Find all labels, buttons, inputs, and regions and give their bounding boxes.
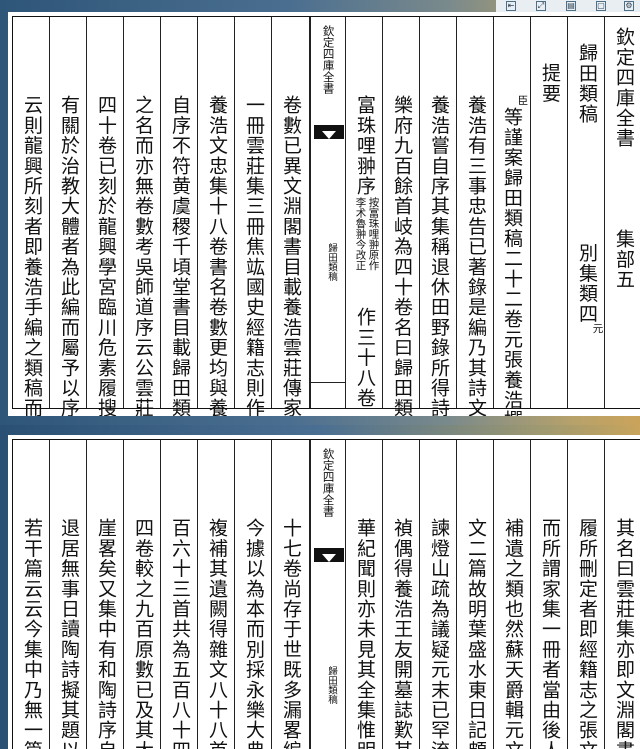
text-column-content: 卷數已異文淵閣書目載養浩雲莊傳家集 — [280, 95, 302, 416]
chen-mark: 臣 — [516, 95, 529, 106]
text-column: 而所謂家集一冊者當由後人掇 — [531, 440, 568, 749]
fish-tail-mark — [314, 125, 344, 139]
text-column-content: 之名而亦無卷數考吳師道序云公雲莊集 — [132, 95, 154, 416]
text-column-content: 其名曰雲莊集亦即文淵閣書目 — [613, 518, 635, 749]
text-column: 崖畧矣又集中有和陶詩序自謂 — [87, 440, 124, 749]
small-note-left: 李术魯翀今改正 — [354, 197, 367, 271]
gutter-book-name: 歸田類稿 — [326, 666, 337, 704]
text-column: 十七卷尚存于世既多漏畧編次 — [272, 440, 310, 749]
header-column: 欽定四庫全書 集部五 — [605, 17, 640, 408]
dynasty-mark: 元 — [591, 323, 604, 334]
text-column-content: 一冊雲莊集三冊焦竑國史經籍志則作張 — [243, 95, 265, 416]
text-column-content: 云則龍興所刻者即養浩手編之類稿而改 — [21, 95, 43, 416]
fish-tail-mark — [314, 548, 344, 562]
text-column: 養浩嘗自序其集稱退休田野錄所得詩文 — [420, 17, 457, 416]
text-column-content: 等謹案歸田類稿二十二卷元張養浩撰 — [501, 107, 523, 416]
text-column: 百六十三首共為五百八十四首 — [161, 440, 198, 749]
text-column: 四十卷已刻於龍興學宮臨川危素履搜其 — [87, 17, 124, 416]
page-frame-2: 若干篇云云今集中乃無一篇殆 退居無事日讀陶詩擬其題以爲 崖畧矣又集中有和陶詩序自… — [12, 439, 640, 749]
gutter-title: 欽定四庫全書 — [321, 25, 336, 94]
text-column-content: 四十卷已刻於龍興學宮臨川危素履搜其 — [95, 95, 117, 416]
gutter-line — [311, 382, 345, 383]
expand-icon[interactable]: ⤢ — [536, 1, 546, 11]
text-column: 之名而亦無卷數考吳師道序云公雲莊集 — [124, 17, 161, 416]
text-column-tail: 作三十八卷 — [354, 307, 376, 408]
text-column: 禎偶得養浩王友開墓誌歎其首 — [383, 440, 420, 749]
tiyao-column: 提要 — [531, 17, 568, 408]
page-gutter: 欽定四庫全書 歸田類稿 — [310, 440, 346, 749]
text-column: 履所刪定者即經籍志之張文忠 — [568, 440, 605, 749]
text-column-content: 複補其遺闕得雜文八十八首詩 — [206, 518, 228, 749]
print-icon[interactable]: ▤ — [566, 1, 576, 11]
text-column: 若干篇云云今集中乃無一篇殆 — [13, 440, 50, 749]
text-column-content: 退居無事日讀陶詩擬其題以爲 — [58, 518, 80, 749]
text-column-content: 百六十三首共為五百八十四首 — [169, 518, 191, 749]
page-frame-1: 云則龍興所刻者即養浩手編之類稿而改 有關於治教大體者為此編而屬予以序云 四十卷已… — [12, 16, 640, 416]
gutter-book-name: 歸田類稿 — [326, 243, 337, 281]
text-column: 富珠哩翀序 按富珠哩翀原作 李术魯翀今改正 作三十八卷 — [346, 17, 383, 408]
text-column: 養浩有三事忠告已著錄是編乃其詩文也 — [457, 17, 494, 416]
text-column: 卷數已異文淵閣書目載養浩雲莊傳家集 — [272, 17, 310, 416]
text-column: 自序不符黄虞稷千頃堂書目載歸田類稿 — [161, 17, 198, 416]
book-title: 歸田類稿 — [576, 43, 598, 124]
text-column: 補遺之類也然蘇天爵輯元文類 — [494, 440, 531, 749]
settings-icon[interactable]: ⚙ — [624, 1, 634, 11]
text-column: 文二篇故明葉盛水東日記頗以 — [457, 440, 494, 749]
text-column-content: 華紀聞則亦未見其全集惟明季 — [354, 518, 376, 749]
text-column: 複補其遺闕得雜文八十八首詩 — [198, 440, 235, 749]
text-column-content: 今據以為本而別採永樂大典所 — [243, 518, 265, 749]
tiyao-heading: 提要 — [539, 63, 561, 104]
text-column-content: 禎偶得養浩王友開墓誌歎其首 — [391, 518, 413, 749]
text-column-content: 崖畧矣又集中有和陶詩序自謂 — [95, 518, 117, 749]
first-page-icon[interactable]: ⇤ — [506, 1, 516, 11]
text-column: 樂府九百餘首岐為四十卷名曰歸田類稿 — [383, 17, 420, 416]
book-title-column: 歸田類稿 別集類四 元 — [568, 17, 605, 408]
text-column: 四卷較之九百原數已及其大半 — [124, 440, 161, 749]
text-column-content: 而所謂家集一冊者當由後人掇 — [539, 518, 561, 749]
text-column: 其名曰雲莊集亦即文淵閣書目 — [605, 440, 640, 749]
page-scan-2: 若干篇云云今集中乃無一篇殆 退居無事日讀陶詩擬其題以爲 崖畧矣又集中有和陶詩序自… — [8, 435, 640, 749]
page-scan-1: 云則龍興所刻者即養浩手編之類稿而改 有關於治教大體者為此編而屬予以序云 四十卷已… — [8, 12, 640, 416]
text-column-content: 樂府九百餘首岐為四十卷名曰歸田類稿 — [391, 95, 413, 416]
text-column-content: 補遺之類也然蘇天爵輯元文類 — [502, 518, 524, 749]
text-column-content: 四卷較之九百原數已及其大半 — [132, 518, 154, 749]
text-column: 云則龍興所刻者即養浩手編之類稿而改 — [13, 17, 50, 416]
header-title: 欽定四庫全書 — [613, 27, 635, 149]
text-column-content: 養浩嘗自序其集稱退休田野錄所得詩文 — [428, 95, 450, 416]
text-column-content: 十七卷尚存于世既多漏畧編次 — [280, 518, 302, 749]
text-column-content: 養浩文忠集十八卷書名卷數更均與養浩 — [206, 95, 228, 416]
text-column: 諫燈山疏為議疑元末已罕流播 — [420, 440, 457, 749]
text-column-content: 若干篇云云今集中乃無一篇殆 — [21, 518, 43, 749]
text-column-content: 養浩有三事忠告已著錄是編乃其詩文也 — [465, 95, 487, 416]
book-category: 別集類四 — [576, 243, 598, 324]
text-column-content: 文二篇故明葉盛水東日記頗以 — [465, 518, 487, 749]
text-column: 今據以為本而別採永樂大典所 — [235, 440, 272, 749]
text-column-content: 諫燈山疏為議疑元末已罕流播 — [428, 518, 450, 749]
copy-icon[interactable]: ▢ — [596, 1, 606, 11]
text-column: 一冊雲莊集三冊焦竑國史經籍志則作張 — [235, 17, 272, 416]
page-gutter: 欽定四庫全書 歸田類稿 — [310, 17, 346, 408]
text-column: 華紀聞則亦未見其全集惟明季 — [346, 440, 383, 749]
header-section: 集部五 — [613, 229, 635, 290]
text-column: 退居無事日讀陶詩擬其題以爲 — [50, 440, 87, 749]
text-column: 有關於治教大體者為此編而屬予以序云 — [50, 17, 87, 416]
text-column-content: 履所刪定者即經籍志之張文忠 — [576, 518, 598, 749]
small-note-right: 按富珠哩翀原作 — [367, 197, 380, 271]
text-column-content: 有關於治教大體者為此編而屬予以序云 — [58, 95, 80, 416]
gutter-title: 欽定四庫全書 — [321, 448, 336, 517]
text-column: 養浩文忠集十八卷書名卷數更均與養浩 — [198, 17, 235, 416]
text-column: 臣 等謹案歸田類稿二十二卷元張養浩撰 — [494, 17, 531, 416]
text-column-content: 富珠哩翀序 — [354, 95, 376, 196]
text-column-content: 自序不符黄虞稷千頃堂書目載歸田類稿 — [169, 95, 191, 416]
